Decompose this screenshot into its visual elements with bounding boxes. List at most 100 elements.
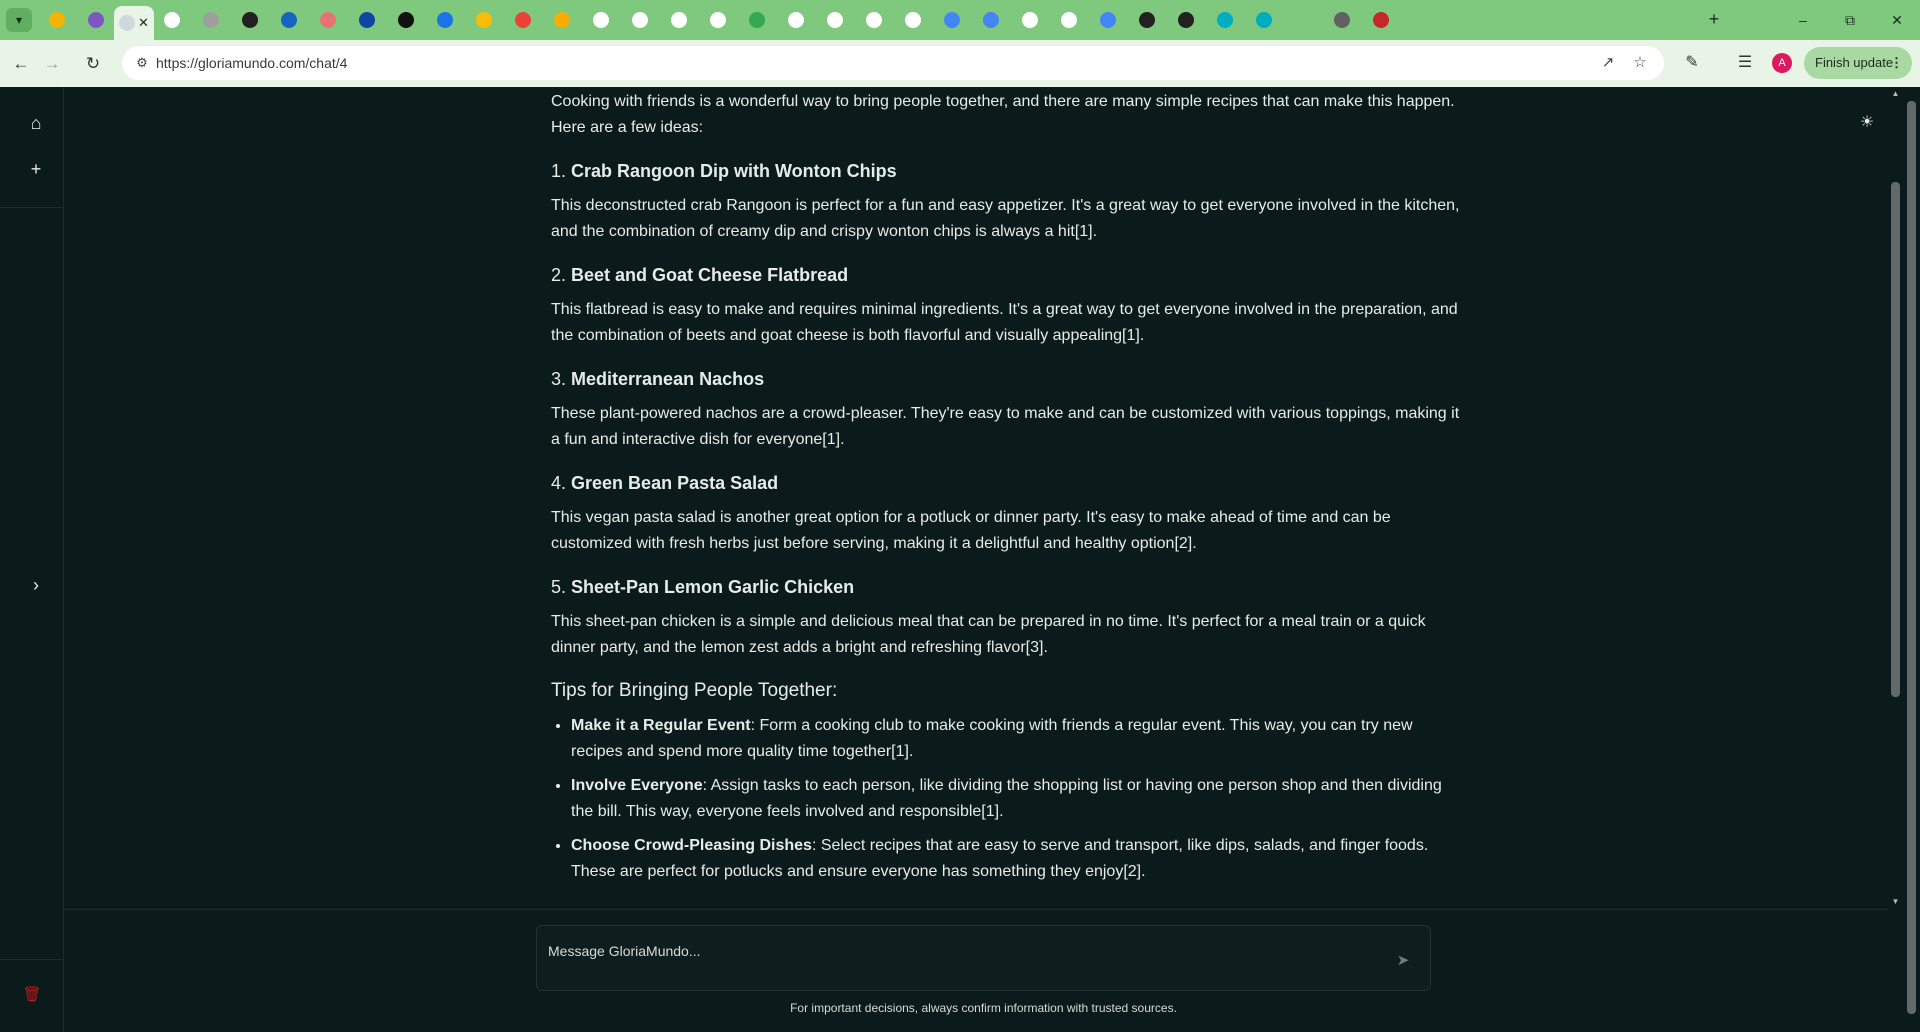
finish-update-button[interactable]: Finish update ⋮ (1804, 47, 1912, 79)
browser-tab[interactable] (1165, 6, 1207, 34)
minimize-button[interactable]: – (1780, 6, 1826, 34)
analytics-favicon-icon (554, 12, 570, 28)
tab-search-button[interactable]: ▾ (6, 8, 32, 32)
browser-tab[interactable] (658, 6, 700, 34)
browser-tab[interactable] (229, 6, 271, 34)
tips-list: Make it a Regular Event: Form a cooking … (551, 713, 1463, 885)
tip-label: Involve Everyone (571, 777, 703, 794)
browser-tab[interactable] (1282, 6, 1324, 34)
browser-tab[interactable] (580, 6, 622, 34)
recipe-number: 4. (551, 473, 567, 493)
browser-tab[interactable] (385, 6, 427, 34)
home-icon[interactable]: ⌂ (20, 107, 52, 139)
play-favicon-icon (1178, 12, 1194, 28)
gmail-favicon-icon (515, 12, 531, 28)
site-info-icon[interactable]: ⚙ (132, 53, 152, 73)
browser-tab[interactable] (502, 6, 544, 34)
browser-tab[interactable] (892, 6, 934, 34)
recipe-description: These plant-powered nachos are a crowd-p… (551, 405, 1460, 448)
gemini-favicon-icon (437, 12, 453, 28)
browser-tab[interactable] (424, 6, 466, 34)
browser-tab[interactable] (190, 6, 232, 34)
more-menu-icon: ⋮ (1890, 55, 1903, 70)
browser-tab[interactable] (619, 6, 661, 34)
browser-tab[interactable] (346, 6, 388, 34)
browser-tab[interactable] (931, 6, 973, 34)
close-tab-icon[interactable]: ✕ (138, 15, 149, 31)
google-favicon-icon (1022, 12, 1038, 28)
reload-button[interactable]: ↻ (79, 50, 107, 78)
gemini-favicon-icon (476, 12, 492, 28)
browser-tab[interactable] (1009, 6, 1051, 34)
recipe-title: Green Bean Pasta Salad (571, 473, 779, 493)
recipe-description: This flatbread is easy to make and requi… (551, 301, 1458, 344)
media-controls-icon[interactable]: ☰ (1732, 50, 1758, 76)
send-icon[interactable]: ➤ (1392, 950, 1414, 972)
browser-tab[interactable] (1360, 6, 1402, 34)
url-text[interactable]: https://gloriamundo.com/chat/4 (156, 55, 347, 71)
google-favicon-icon (593, 12, 609, 28)
recipe-heading: 4. Green Bean Pasta Salad (551, 470, 1463, 496)
active-tab-favicon-icon (119, 15, 136, 31)
back-button[interactable]: ← (7, 50, 35, 78)
google-favicon-icon (164, 12, 180, 28)
open-in-app-icon[interactable]: ↗ (1598, 53, 1618, 73)
google-favicon-icon (866, 12, 882, 28)
browser-tab[interactable] (1243, 6, 1285, 34)
composer-divider (64, 909, 1888, 910)
recipe-heading: 5. Sheet-Pan Lemon Garlic Chicken (551, 574, 1463, 600)
browser-tab[interactable] (775, 6, 817, 34)
browser-tab[interactable] (75, 6, 117, 34)
address-bar[interactable]: ⚙ https://gloriamundo.com/chat/4 ↗ ☆ (122, 46, 1664, 80)
site-favicon-icon (1100, 12, 1116, 28)
page-scroll-thumb[interactable] (1907, 101, 1916, 1014)
recipe-title: Sheet-Pan Lemon Garlic Chicken (571, 577, 855, 597)
recipe-heading: 3. Mediterranean Nachos (551, 366, 1463, 392)
recipe-number: 5. (551, 577, 567, 597)
restore-button[interactable]: ⧉ (1827, 6, 1873, 34)
extensions-icon[interactable]: ✎ (1679, 50, 1705, 76)
browser-tab[interactable] (1048, 6, 1090, 34)
browser-tab[interactable] (307, 6, 349, 34)
tip-item: Choose Crowd-Pleasing Dishes: Select rec… (571, 833, 1463, 885)
trash-icon[interactable]: 🗑 (18, 981, 46, 1009)
browser-tab[interactable] (1087, 6, 1129, 34)
bookmark-star-icon[interactable]: ☆ (1630, 53, 1650, 73)
browser-tab[interactable] (36, 6, 78, 34)
browser-tab[interactable] (814, 6, 856, 34)
browser-tab-active[interactable]: ✕ (114, 6, 154, 40)
browser-tab[interactable] (541, 6, 583, 34)
browser-tab[interactable] (697, 6, 739, 34)
browser-tab[interactable] (463, 6, 505, 34)
new-tab-button[interactable]: + (1702, 8, 1726, 32)
recipe-number: 2. (551, 265, 567, 285)
browser-tab[interactable] (1204, 6, 1246, 34)
new-chat-plus-icon[interactable]: + (20, 153, 52, 185)
scroll-down-arrow-icon[interactable]: ▼ (1891, 897, 1900, 906)
chat-messages-area[interactable]: Cooking with friends is a wonderful way … (64, 87, 1885, 909)
browser-tab[interactable] (853, 6, 895, 34)
browser-tab[interactable] (736, 6, 778, 34)
site-favicon-icon (359, 12, 375, 28)
gloriamundo-favicon-icon (88, 12, 104, 28)
browser-tab[interactable] (151, 6, 193, 34)
message-input[interactable] (548, 940, 1368, 962)
browser-tab[interactable] (1321, 6, 1363, 34)
profile-avatar[interactable]: A (1772, 53, 1792, 73)
browser-tab[interactable] (268, 6, 310, 34)
site-favicon-icon (242, 12, 258, 28)
chat-scrollbar[interactable]: ▲ ▼ (1888, 87, 1903, 909)
browser-tab[interactable] (970, 6, 1012, 34)
recipe-title: Beet and Goat Cheese Flatbread (571, 265, 849, 285)
close-window-button[interactable]: ✕ (1874, 6, 1920, 34)
disclaimer-text: For important decisions, always confirm … (790, 1001, 1177, 1015)
google-favicon-icon (632, 12, 648, 28)
scroll-up-arrow-icon[interactable]: ▲ (1891, 89, 1900, 98)
page-scrollbar[interactable] (1903, 87, 1920, 1032)
chat-scroll-thumb[interactable] (1891, 182, 1900, 697)
app-sidebar: ⌂ + › 🗑 (0, 87, 64, 1032)
expand-sidebar-chevron-icon[interactable]: › (20, 569, 52, 601)
forward-button[interactable]: → (38, 50, 66, 78)
site-favicon-icon (1139, 12, 1155, 28)
browser-tab[interactable] (1126, 6, 1168, 34)
